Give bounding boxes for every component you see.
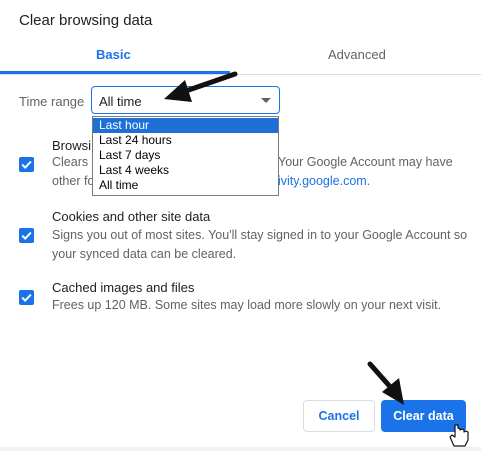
checkbox-cookies[interactable]	[19, 228, 34, 243]
time-range-label: Time range	[19, 94, 85, 109]
option-last-4-weeks[interactable]: Last 4 weeks	[93, 163, 278, 178]
cookies-desc-2: your synced data can be cleared.	[52, 247, 237, 261]
tab-advanced[interactable]: Advanced	[328, 47, 386, 62]
checkbox-browsing-history[interactable]	[19, 157, 34, 172]
time-range-dropdown: Last hour Last 24 hours Last 7 days Last…	[92, 116, 279, 196]
clear-data-button[interactable]: Clear data	[381, 400, 466, 432]
active-tab-indicator	[0, 71, 230, 74]
tab-bar: Basic Advanced	[0, 40, 481, 75]
check-icon	[21, 160, 32, 170]
chevron-down-icon	[261, 98, 271, 103]
option-last-hour[interactable]: Last hour	[93, 118, 278, 133]
cached-images-title: Cached images and files	[52, 280, 195, 295]
time-range-selected-value: All time	[99, 94, 142, 109]
option-last-24-hours[interactable]: Last 24 hours	[93, 133, 278, 148]
browsing-history-desc-left-2: other fo	[52, 174, 95, 188]
option-all-time[interactable]: All time	[93, 178, 278, 193]
footer-divider	[0, 447, 481, 451]
browsing-history-desc-left-1: Clears	[52, 155, 89, 169]
tab-basic[interactable]: Basic	[96, 47, 131, 62]
checkbox-cached-images[interactable]	[19, 290, 34, 305]
check-icon	[21, 231, 32, 241]
check-icon	[21, 293, 32, 303]
annotation-arrow-icon	[367, 361, 404, 405]
browsing-history-title: Browsi	[52, 138, 92, 153]
activity-link[interactable]: ivity.google.com.	[278, 174, 370, 188]
cached-images-desc: Frees up 120 MB. Some sites may load mor…	[52, 298, 442, 312]
option-last-7-days[interactable]: Last 7 days	[93, 148, 278, 163]
cancel-button[interactable]: Cancel	[303, 400, 375, 432]
page-title: Clear browsing data	[19, 12, 153, 29]
cookies-desc-1: Signs you out of most sites. You'll stay…	[52, 228, 468, 242]
cookies-title: Cookies and other site data	[52, 209, 211, 224]
browsing-history-desc-right-1: Your Google Account may have	[278, 155, 453, 169]
time-range-select[interactable]: All time	[91, 86, 280, 114]
